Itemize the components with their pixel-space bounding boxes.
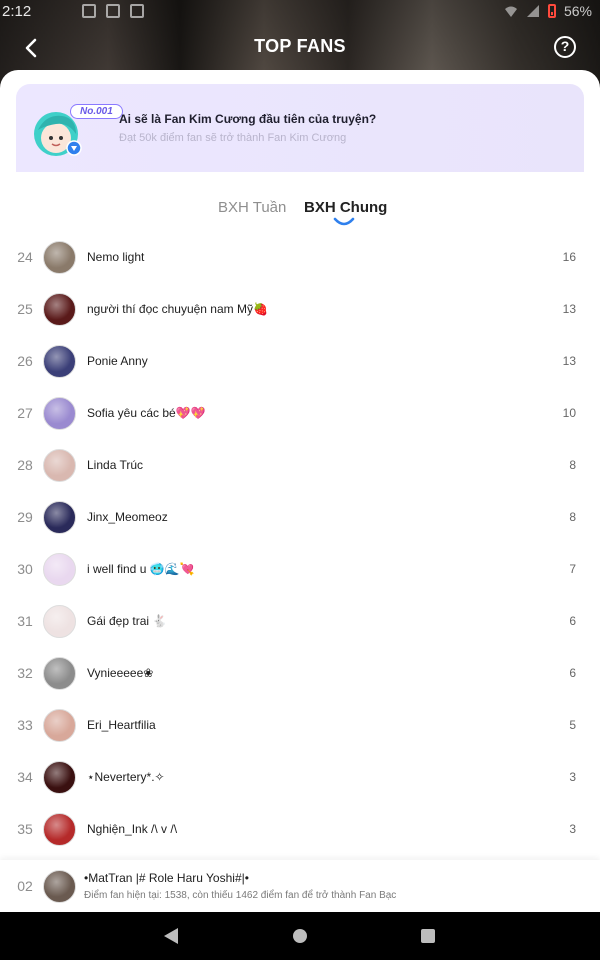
my-rank-row[interactable]: 02 •MatTran |# Role Haru Yoshi#|• Điểm f… bbox=[0, 860, 600, 912]
fan-name: Eri_Heartfilia bbox=[87, 718, 156, 732]
help-icon[interactable]: ? bbox=[554, 36, 576, 58]
avatar bbox=[43, 553, 76, 586]
fan-name: Jinx_Meomeoz bbox=[87, 510, 168, 524]
system-nav-bar bbox=[0, 912, 600, 960]
fan-row[interactable]: 27 Sofia yêu các bé💖💖 10 bbox=[0, 388, 600, 440]
tab-weekly[interactable]: BXH Tuần bbox=[218, 199, 286, 216]
nav-home-icon[interactable] bbox=[293, 929, 307, 943]
notification-icon bbox=[106, 4, 120, 18]
fan-row[interactable]: 25 người thí đọc chuyuện nam Mỹ🍓 13 bbox=[0, 284, 600, 336]
nav-recents-icon[interactable] bbox=[421, 929, 435, 943]
fan-name: i well find u 🥶🌊💘 bbox=[87, 562, 195, 576]
battery-icon bbox=[547, 4, 556, 18]
fan-score: 8 bbox=[569, 510, 576, 524]
ranking-tabs: BXH Tuần BXH Chung bbox=[0, 194, 600, 230]
avatar bbox=[43, 761, 76, 794]
battery-level: 56% bbox=[563, 3, 592, 19]
fan-row[interactable]: 28 Linda Trúc 8 bbox=[0, 440, 600, 492]
avatar bbox=[43, 241, 76, 274]
avatar bbox=[43, 345, 76, 378]
fan-score: 5 bbox=[569, 718, 576, 732]
fan-score: 16 bbox=[562, 250, 576, 264]
fan-row[interactable]: 33 Eri_Heartfilia 5 bbox=[0, 700, 600, 752]
top-nav: TOP FANS ? bbox=[0, 28, 600, 66]
avatar bbox=[43, 501, 76, 534]
fan-row[interactable]: 35 Nghiện_Ink /\ v /\ 3 bbox=[0, 804, 600, 856]
fan-name: Linda Trúc bbox=[87, 458, 144, 472]
fan-score: 8 bbox=[569, 458, 576, 472]
diamond-fan-banner[interactable]: No.001 Ai sẽ là Fan Kim Cương đầu tiên c… bbox=[16, 84, 584, 172]
avatar bbox=[43, 605, 76, 638]
fan-name: Gái đẹp trai 🐇 bbox=[87, 614, 168, 628]
fan-row[interactable]: 26 Ponie Anny 13 bbox=[0, 336, 600, 388]
status-right: 56% bbox=[504, 3, 592, 19]
status-time: 2:12 bbox=[2, 3, 32, 20]
banner-subtitle: Đạt 50k điểm fan sẽ trở thành Fan Kim Cư… bbox=[119, 132, 347, 144]
my-name: •MatTran |# Role Haru Yoshi#|• bbox=[84, 871, 249, 885]
fan-row[interactable]: 30 i well find u 🥶🌊💘 7 bbox=[0, 544, 600, 596]
avatar bbox=[43, 397, 76, 430]
content-sheet: No.001 Ai sẽ là Fan Kim Cương đầu tiên c… bbox=[0, 70, 600, 912]
notification-icons bbox=[82, 4, 144, 18]
fan-row[interactable]: 29 Jinx_Meomeoz 8 bbox=[0, 492, 600, 544]
fan-row[interactable]: 34 ⋆Nevertery*.✧ 3 bbox=[0, 752, 600, 804]
notification-icon bbox=[130, 4, 144, 18]
fan-name: Nghiện_Ink /\ v /\ bbox=[87, 822, 178, 836]
avatar bbox=[43, 293, 76, 326]
fan-row[interactable]: 32 Vynieeeee❀ 6 bbox=[0, 648, 600, 700]
avatar bbox=[43, 657, 76, 690]
fan-score: 7 bbox=[569, 562, 576, 576]
fan-name: Vynieeeee❀ bbox=[87, 666, 154, 680]
fan-score: 3 bbox=[569, 770, 576, 784]
avatar bbox=[43, 449, 76, 482]
fan-name: Nemo light bbox=[87, 250, 145, 264]
my-fan-progress: Điểm fan hiện tại: 1538, còn thiếu 1462 … bbox=[84, 890, 397, 901]
signal-icon bbox=[526, 5, 539, 17]
tab-overall[interactable]: BXH Chung bbox=[304, 199, 387, 216]
page-title: TOP FANS bbox=[254, 36, 346, 56]
fan-name: Sofia yêu các bé💖💖 bbox=[87, 406, 206, 420]
fan-score: 10 bbox=[562, 406, 576, 420]
notification-icon bbox=[82, 4, 96, 18]
fan-row[interactable]: 31 Gái đẹp trai 🐇 6 bbox=[0, 596, 600, 648]
my-avatar bbox=[43, 870, 76, 903]
fan-score: 3 bbox=[569, 822, 576, 836]
wifi-icon bbox=[504, 6, 517, 17]
fan-score: 6 bbox=[569, 614, 576, 628]
status-bar: 2:12 56% bbox=[0, 0, 600, 24]
banner-title: Ai sẽ là Fan Kim Cương đầu tiên của truy… bbox=[119, 112, 377, 126]
fan-score: 6 bbox=[569, 666, 576, 680]
nav-back-icon[interactable] bbox=[164, 928, 178, 944]
fan-name: người thí đọc chuyuện nam Mỹ🍓 bbox=[87, 302, 268, 316]
rank-tag: No.001 bbox=[70, 104, 123, 119]
avatar bbox=[43, 813, 76, 846]
fan-row[interactable]: 24 Nemo light 16 bbox=[0, 232, 600, 284]
fan-score: 13 bbox=[562, 354, 576, 368]
active-tab-indicator bbox=[333, 217, 355, 226]
fan-name: ⋆Nevertery*.✧ bbox=[87, 770, 165, 784]
fan-score: 13 bbox=[562, 302, 576, 316]
avatar bbox=[43, 709, 76, 742]
fan-name: Ponie Anny bbox=[87, 354, 148, 368]
